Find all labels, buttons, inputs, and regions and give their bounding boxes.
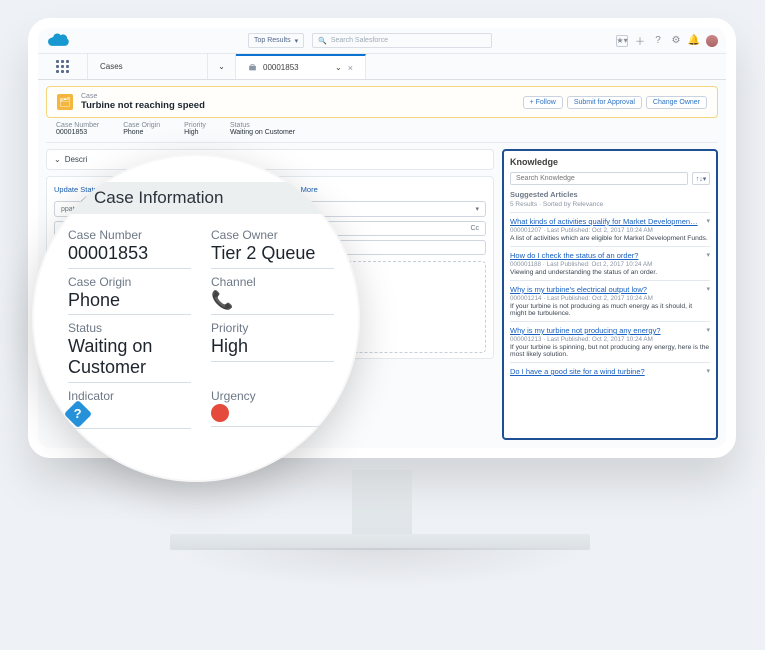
record-title: Case Turbine not reaching speed [81,93,205,111]
setup-gear-icon[interactable]: ⚙ [670,35,682,47]
field-case-origin: Case Origin Phone [68,275,191,316]
chevron-down-icon: ▾ [295,37,299,45]
chevron-down-icon[interactable]: ▾ [706,251,710,259]
add-icon[interactable]: ＋ [634,35,646,47]
field-channel: Channel 📞 [211,275,334,316]
tab-label: Cases [100,62,123,71]
app-launcher-icon [56,60,69,73]
knowledge-search-input[interactable] [510,172,688,185]
chevron-down-icon[interactable]: ▾ [475,205,479,213]
favorites-icon[interactable]: ★▾ [616,35,628,47]
tab-cases[interactable]: Cases [88,54,208,79]
description-card: ⌄ Descri [46,149,494,170]
knowledge-panel: Knowledge ↑↓▾ Suggested Articles 5 Resul… [502,149,718,440]
chevron-down-icon[interactable]: ▾ [706,367,710,375]
app-launcher-button[interactable] [38,54,88,79]
follow-button[interactable]: + Follow [523,96,563,109]
knowledge-sort-button[interactable]: ↑↓▾ [692,172,710,185]
case-information-fields: Case Number 00001853 Case Owner Tier 2 Q… [68,228,334,429]
chevron-down-icon[interactable]: ▾ [706,285,710,293]
monitor-shadow [170,548,590,588]
knowledge-article[interactable]: Do I have a good site for a wind turbine… [510,362,710,380]
tab-cases-menu[interactable]: ⌄ [208,54,236,79]
field-case-owner: Case Owner Tier 2 Queue [211,228,334,269]
notifications-icon[interactable]: 🔔 [688,35,700,47]
cc-label: Cc [470,225,479,232]
knowledge-subheading: Suggested Articles [510,190,710,199]
change-owner-button[interactable]: Change Owner [646,96,707,109]
record-actions: + Follow Submit for Approval Change Owne… [523,96,707,109]
field-case-number: Case Number 00001853 [68,228,191,269]
chevron-down-icon[interactable]: ⌄ [335,63,342,72]
avatar[interactable] [706,35,718,47]
tab-label: 00001853 [263,63,299,72]
knowledge-list: What kinds of activities qualify for Mar… [510,212,710,380]
action-more[interactable]: More [301,185,318,194]
salesforce-logo-icon [46,32,72,50]
briefcase-icon [248,63,257,72]
help-icon[interactable]: ? [652,35,664,47]
submit-approval-button[interactable]: Submit for Approval [567,96,642,109]
knowledge-article[interactable]: What kinds of activities qualify for Mar… [510,212,710,246]
record-name: Turbine not reaching speed [81,100,205,111]
field-status: Status Waiting on Customer [68,321,191,382]
case-icon: 🗂 [57,94,73,110]
case-information-zoom: Case Information Case Number 00001853 Ca… [32,154,360,482]
knowledge-sort-meta: 5 Results · Sorted by Relevance [510,201,710,208]
description-label: Descri [65,155,88,164]
field-priority: Priority High [211,321,334,382]
search-scope-dropdown[interactable]: Top Results ▾ [248,33,304,48]
chevron-down-icon[interactable]: ▾ [706,326,710,334]
case-information-title: Case Information [94,188,223,208]
chevron-down-icon: ⌄ [218,62,225,71]
chevron-down-icon: ⌄ [54,155,61,164]
knowledge-article[interactable]: Why is my turbine not producing any ener… [510,321,710,362]
knowledge-article[interactable]: Why is my turbine's electrical output lo… [510,280,710,321]
tab-case-00001853[interactable]: 00001853 ⌄ × [236,54,366,79]
phone-icon: 📞 [211,290,233,311]
object-label: Case [81,93,205,100]
global-header: Top Results ▾ 🔍 Search Salesforce ★▾ ＋ ?… [38,28,726,54]
search-scope-label: Top Results [254,37,291,44]
urgency-status-icon [211,404,229,422]
monitor-stand [352,470,412,538]
knowledge-search-row: ↑↓▾ [510,172,710,185]
field-indicator: Indicator ? [68,389,191,429]
description-toggle[interactable]: ⌄ Descri [54,155,486,164]
knowledge-article[interactable]: How do I check the status of an order?00… [510,246,710,280]
close-tab-icon[interactable]: × [348,63,353,73]
search-icon: 🔍 [318,37,327,45]
search-placeholder: Search Salesforce [331,37,388,44]
knowledge-title: Knowledge [510,157,710,167]
record-highlight-fields: Case Number00001853 Case OriginPhone Pri… [46,118,718,143]
workspace-tabs: Cases ⌄ 00001853 ⌄ × [38,54,726,80]
field-urgency: Urgency [211,389,334,429]
record-highlights-panel: 🗂 Case Turbine not reaching speed + Foll… [46,86,718,118]
global-search-input[interactable]: 🔍 Search Salesforce [312,33,492,48]
header-utility-icons: ★▾ ＋ ? ⚙ 🔔 [616,35,718,47]
chevron-down-icon[interactable]: ▾ [706,217,710,225]
